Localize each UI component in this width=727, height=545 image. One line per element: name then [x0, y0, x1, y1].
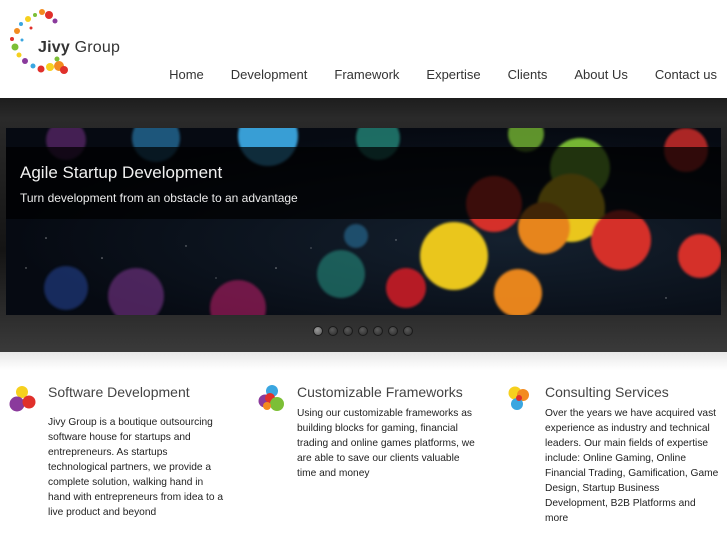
- brand-name-rest: Group: [69, 39, 121, 56]
- slider-pagination: [313, 326, 418, 336]
- feature-text: Using our customizable frameworks as bui…: [297, 408, 475, 479]
- slider-dot-2[interactable]: [328, 326, 338, 336]
- feature-text: Over the years we have acquired vast exp…: [545, 408, 719, 524]
- nav-contact-us[interactable]: Contact us: [655, 67, 717, 82]
- slider-dot-1[interactable]: [313, 326, 323, 336]
- slider-shadow: [0, 352, 727, 370]
- nav-expertise[interactable]: Expertise: [426, 67, 480, 82]
- slider-dot-3[interactable]: [343, 326, 353, 336]
- nav-about-us[interactable]: About Us: [574, 67, 627, 82]
- colorful-circles-icon: [258, 385, 284, 411]
- nav-home[interactable]: Home: [169, 67, 204, 82]
- nav-framework[interactable]: Framework: [334, 67, 399, 82]
- slide-image[interactable]: Agile Startup Development Turn developme…: [6, 128, 721, 315]
- slide-subtitle: Turn development from an obstacle to an …: [20, 191, 298, 205]
- slider-dot-4[interactable]: [358, 326, 368, 336]
- colorful-circles-icon: [508, 386, 529, 410]
- brand-name-bold: Jivy: [38, 39, 70, 56]
- site-header: Jivy Group Home Development Framework Ex…: [0, 0, 727, 98]
- nav-development[interactable]: Development: [231, 67, 308, 82]
- logo[interactable]: Jivy Group: [4, 4, 124, 80]
- feature-text: Jivy Group is a boutique outsourcing sof…: [48, 417, 223, 518]
- feature-title: Consulting Services: [545, 384, 669, 400]
- slide-caption: Agile Startup Development Turn developme…: [6, 147, 721, 219]
- feature-title: Software Development: [48, 384, 190, 400]
- brand-name: Jivy Group: [38, 39, 120, 57]
- hero-slider: Agile Startup Development Turn developme…: [0, 98, 727, 352]
- slider-dot-6[interactable]: [388, 326, 398, 336]
- slide-title: Agile Startup Development: [20, 163, 223, 182]
- nav-clients[interactable]: Clients: [508, 67, 548, 82]
- feature-title: Customizable Frameworks: [297, 384, 463, 400]
- slider-dot-5[interactable]: [373, 326, 383, 336]
- main-nav: Home Development Framework Expertise Cli…: [142, 67, 717, 82]
- colorful-circles-icon: [9, 386, 36, 412]
- slider-dot-7[interactable]: [403, 326, 413, 336]
